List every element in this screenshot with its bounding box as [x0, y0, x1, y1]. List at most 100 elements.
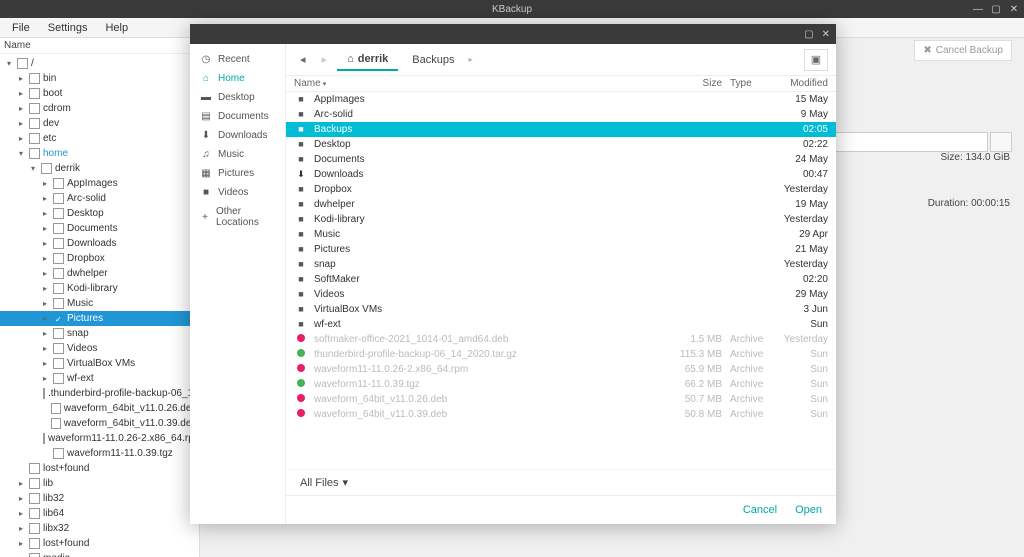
tree-checkbox[interactable]	[53, 373, 64, 384]
file-row[interactable]: ■DropboxYesterday	[286, 182, 836, 197]
tree-checkbox[interactable]	[53, 193, 64, 204]
expander-icon[interactable]: ▸	[16, 476, 26, 491]
tree-item[interactable]: ▾/	[0, 56, 199, 71]
tree-item[interactable]: waveform_64bit_v11.0.26.deb	[0, 401, 199, 416]
file-row[interactable]: ⬇Downloads00:47	[286, 167, 836, 182]
expander-icon[interactable]: ▸	[16, 86, 26, 101]
file-filter-dropdown[interactable]: All Files ▾	[300, 476, 358, 489]
place-home[interactable]: ⌂Home	[190, 69, 285, 88]
place-videos[interactable]: ■Videos	[190, 183, 285, 202]
expander-icon[interactable]: ▸	[40, 356, 50, 371]
tree-checkbox[interactable]	[53, 223, 64, 234]
file-row[interactable]: ■Videos29 May	[286, 287, 836, 302]
tree-item[interactable]: ▸Downloads	[0, 236, 199, 251]
tree-item[interactable]: ▸lib64	[0, 506, 199, 521]
tree-item[interactable]: lost+found	[0, 461, 199, 476]
tree-checkbox[interactable]	[53, 253, 64, 264]
expander-icon[interactable]: ▸	[16, 521, 26, 536]
file-row[interactable]: thunderbird-profile-backup-06_14_2020.ta…	[286, 347, 836, 362]
tree-checkbox[interactable]	[29, 478, 40, 489]
expander-icon[interactable]: ▸	[16, 116, 26, 131]
expander-icon[interactable]: ▸	[16, 536, 26, 551]
tree-checkbox[interactable]	[53, 358, 64, 369]
tree-checkbox[interactable]	[51, 403, 60, 414]
tree-item[interactable]: ▸bin	[0, 71, 199, 86]
file-row[interactable]: ■Kodi-libraryYesterday	[286, 212, 836, 227]
expander-icon[interactable]: ▸	[40, 206, 50, 221]
tree-checkbox[interactable]	[29, 148, 40, 159]
file-row[interactable]: ■Music29 Apr	[286, 227, 836, 242]
tree-checkbox[interactable]	[29, 553, 40, 557]
breadcrumb-backups[interactable]: Backups	[402, 50, 464, 70]
tree-checkbox[interactable]	[53, 208, 64, 219]
tree-item[interactable]: ▸wf-ext	[0, 371, 199, 386]
tree-item[interactable]: ▸AppImages	[0, 176, 199, 191]
expander-icon[interactable]: ▸	[40, 266, 50, 281]
tree-checkbox[interactable]	[17, 58, 28, 69]
tree-checkbox[interactable]	[29, 118, 40, 129]
expander-icon[interactable]: ▾	[4, 56, 14, 71]
col-header-type[interactable]: Type	[722, 78, 770, 89]
browse-button[interactable]	[990, 132, 1012, 152]
dialog-cancel-button[interactable]: Cancel	[743, 504, 777, 516]
tree-item[interactable]: waveform11-11.0.26-2.x86_64.rpm	[0, 431, 199, 446]
tree-checkbox[interactable]	[41, 163, 52, 174]
tree-checkbox[interactable]	[53, 283, 64, 294]
tree-header-name[interactable]: Name	[0, 38, 199, 54]
file-row[interactable]: ■SoftMaker02:20	[286, 272, 836, 287]
tree-item[interactable]: ▸snap	[0, 326, 199, 341]
tree-item[interactable]: ▸etc	[0, 131, 199, 146]
tree-item[interactable]: ▸Pictures	[0, 311, 199, 326]
tree-checkbox[interactable]	[53, 313, 64, 324]
tree-item[interactable]: ▸Kodi-library	[0, 281, 199, 296]
tree-checkbox[interactable]	[29, 73, 40, 84]
tree-checkbox[interactable]	[43, 433, 45, 444]
file-row[interactable]: ■Documents24 May	[286, 152, 836, 167]
tree-item[interactable]: ▸Arc-solid	[0, 191, 199, 206]
tree-item[interactable]: ▸Videos	[0, 341, 199, 356]
col-header-size[interactable]: Size	[666, 78, 722, 89]
breadcrumb-derrik[interactable]: ⌂derrik	[337, 49, 398, 71]
tree-checkbox[interactable]	[29, 523, 40, 534]
tree-item[interactable]: ▸VirtualBox VMs	[0, 356, 199, 371]
file-row[interactable]: waveform11-11.0.26-2.x86_64.rpm65.9 MBAr…	[286, 362, 836, 377]
file-row[interactable]: ■Desktop02:22	[286, 137, 836, 152]
tree-item[interactable]: waveform11-11.0.39.tgz	[0, 446, 199, 461]
expander-icon[interactable]: ▸	[40, 371, 50, 386]
file-row[interactable]: ■dwhelper19 May	[286, 197, 836, 212]
col-header-modified[interactable]: Modified	[770, 78, 828, 89]
tree-item[interactable]: ▸boot	[0, 86, 199, 101]
file-row[interactable]: ■Pictures21 May	[286, 242, 836, 257]
expander-icon[interactable]: ▾	[16, 146, 26, 161]
tree-item[interactable]: .thunderbird-profile-backup-06_14_2020.t	[0, 386, 199, 401]
expander-icon[interactable]: ▸	[16, 491, 26, 506]
tree-item[interactable]: ▸lib32	[0, 491, 199, 506]
tree-item[interactable]: ▸Desktop	[0, 206, 199, 221]
expander-icon[interactable]: ▸	[40, 236, 50, 251]
tree-item[interactable]: ▸Documents	[0, 221, 199, 236]
tree-checkbox[interactable]	[53, 268, 64, 279]
expander-icon[interactable]: ▸	[16, 506, 26, 521]
tree-item[interactable]: ▸cdrom	[0, 101, 199, 116]
tree-item[interactable]: ▸media	[0, 551, 199, 557]
place-pictures[interactable]: ▦Pictures	[190, 164, 285, 183]
tree-checkbox[interactable]	[29, 103, 40, 114]
tree-item[interactable]: ▸dev	[0, 116, 199, 131]
file-row[interactable]: waveform_64bit_v11.0.39.deb50.8 MBArchiv…	[286, 407, 836, 422]
place-recent[interactable]: ◷Recent	[190, 50, 285, 69]
menu-help[interactable]: Help	[97, 20, 136, 36]
expander-icon[interactable]: ▸	[16, 131, 26, 146]
tree-checkbox[interactable]	[29, 493, 40, 504]
tree-checkbox[interactable]	[53, 448, 64, 459]
tree-item[interactable]: ▾derrik	[0, 161, 199, 176]
expander-icon[interactable]: ▸	[40, 281, 50, 296]
tree-item[interactable]: ▸dwhelper	[0, 266, 199, 281]
tree-item[interactable]: waveform_64bit_v11.0.39.deb	[0, 416, 199, 431]
expander-icon[interactable]: ▸	[40, 296, 50, 311]
destination-input[interactable]	[828, 132, 988, 152]
close-icon[interactable]: ✕	[1008, 4, 1020, 15]
tree-item[interactable]: ▸Music	[0, 296, 199, 311]
col-header-name[interactable]: Name▾	[294, 78, 666, 89]
file-row[interactable]: softmaker-office-2021_1014-01_amd64.deb1…	[286, 332, 836, 347]
place-documents[interactable]: ▤Documents	[190, 107, 285, 126]
